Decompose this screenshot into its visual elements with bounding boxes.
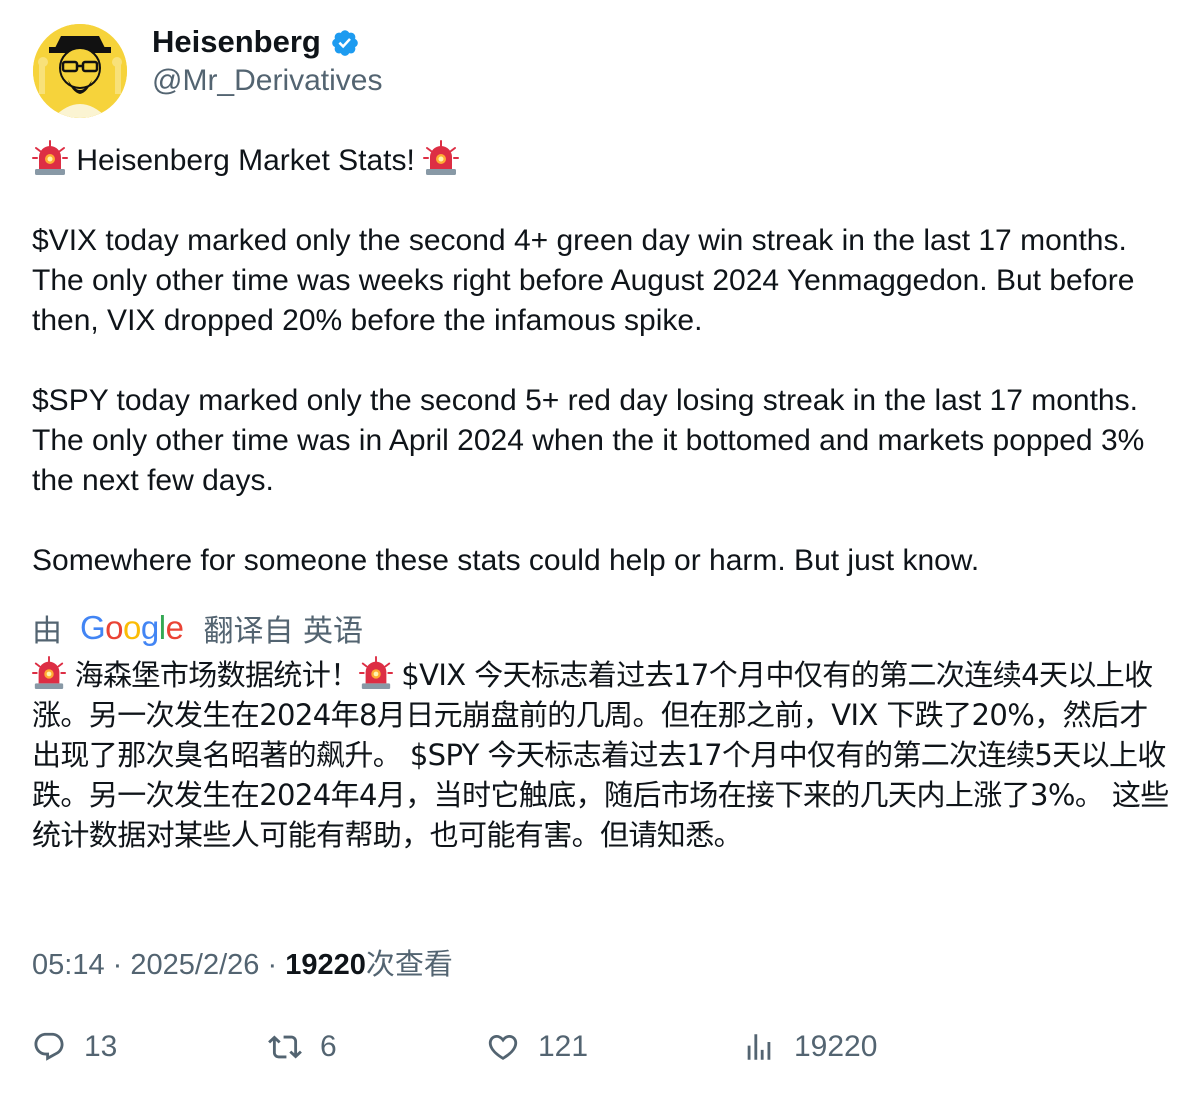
heart-icon (488, 1034, 518, 1060)
translated-text: 海森堡市场数据统计！ $VIX 今天标志着过去17个月中仅有的第二次连续4天以上… (32, 655, 1172, 855)
tweet-paragraph-vix: $VIX today marked only the second 4+ gre… (32, 224, 1135, 337)
views-button[interactable]: 19220 (742, 1030, 877, 1064)
meta-separator: · (267, 949, 278, 981)
display-name[interactable]: Heisenberg (152, 22, 321, 62)
meta-separator: · (112, 949, 123, 981)
tweet-text: Heisenberg Market Stats! $VIX today mark… (32, 140, 1172, 581)
retweet-count: 6 (320, 1030, 337, 1063)
views-action-count: 19220 (794, 1030, 878, 1063)
tweet-time[interactable]: 05:14 (32, 949, 105, 981)
action-bar: 13 6 121 19220 (32, 1030, 1172, 1074)
translation-prefix: 由 (32, 614, 62, 649)
tweet-paragraph-spy: $SPY today marked only the second 5+ red… (32, 384, 1145, 497)
tweet-paragraph-closing: Somewhere for someone these stats could … (32, 544, 980, 577)
translation-attribution[interactable]: 由 Google 翻译自 英语 (32, 606, 363, 650)
heisenberg-avatar-icon (33, 24, 127, 118)
user-handle[interactable]: @Mr_Derivatives (152, 62, 383, 100)
retweet-icon (268, 1035, 302, 1059)
google-logo: Google (80, 609, 184, 646)
translation-suffix: 翻译自 英语 (203, 614, 363, 649)
siren-icon (32, 656, 66, 690)
views-label: 次查看 (365, 947, 453, 981)
like-count: 121 (538, 1030, 589, 1063)
verified-badge-icon[interactable] (330, 28, 360, 58)
siren-icon (32, 140, 68, 175)
like-button[interactable]: 121 (486, 1030, 588, 1064)
siren-icon (423, 140, 460, 175)
reply-count: 13 (84, 1030, 118, 1063)
siren-icon (358, 656, 393, 690)
tweet-heading-line: Heisenberg Market Stats! (32, 140, 1172, 181)
tweet-date[interactable]: 2025/2/26 (130, 949, 259, 981)
views-count: 19220 (285, 949, 366, 981)
tweet-heading: Heisenberg Market Stats! (76, 144, 415, 177)
translated-heading: 海森堡市场数据统计！ (74, 658, 360, 692)
tweet-meta: 05:14 · 2025/2/26 · 19220次查看 (32, 944, 453, 985)
analytics-icon (747, 1034, 771, 1060)
retweet-button[interactable]: 6 (268, 1030, 337, 1064)
avatar[interactable] (33, 24, 127, 118)
reply-button[interactable]: 13 (32, 1030, 117, 1064)
reply-icon (34, 1032, 64, 1061)
